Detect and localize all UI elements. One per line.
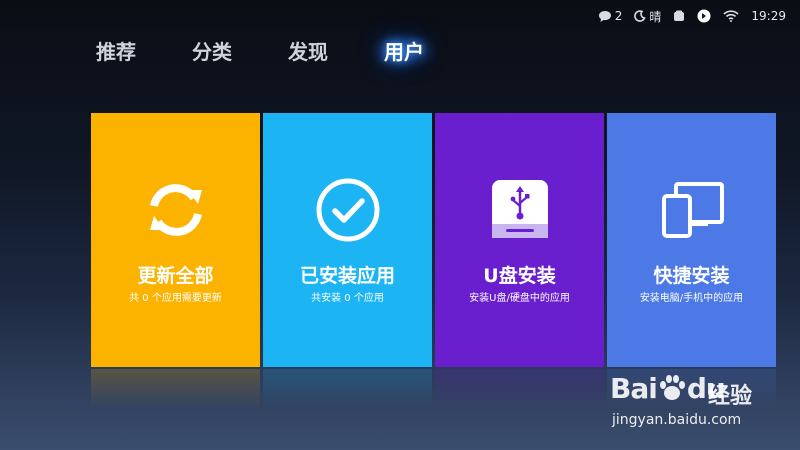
baidu-jingyan-watermark: Bai du 经验 jingyan.baidu.com <box>590 364 790 434</box>
watermark-brand-suffix: 经验 <box>708 384 753 409</box>
watermark-url: jingyan.baidu.com <box>612 412 742 428</box>
watermark-brand-prefix: Bai <box>610 372 658 405</box>
tab-user[interactable]: 用户 <box>370 32 438 69</box>
tile-subtitle: 共 0 个应用需要更新 <box>129 293 222 304</box>
weather-indicator: 晴 <box>634 8 661 25</box>
quick-install-tile[interactable]: 快捷安装 安装电脑/手机中的应用 <box>607 113 776 367</box>
tab-discover[interactable]: 发现 <box>288 36 328 65</box>
tile-title: 更新全部 <box>137 265 214 287</box>
weather-text: 晴 <box>649 9 662 24</box>
account-icon <box>697 9 711 23</box>
storage-indicator <box>673 10 685 22</box>
wifi-indicator <box>723 10 739 22</box>
weather-moon-icon <box>634 10 647 22</box>
wifi-icon <box>723 10 739 22</box>
tile-reflection <box>435 369 604 409</box>
usb-drive-icon <box>491 180 548 238</box>
tile-reflection <box>263 369 432 409</box>
tile-subtitle: 安装U盘/硬盘中的应用 <box>469 293 570 304</box>
messages-count: 2 <box>614 9 623 23</box>
paw-icon <box>659 375 685 400</box>
message-bubble-icon <box>598 10 611 22</box>
messages-indicator[interactable]: 2 <box>598 9 623 23</box>
tile-subtitle: 安装电脑/手机中的应用 <box>639 293 744 304</box>
installed-apps-tile[interactable]: 已安装应用 共安装 0 个应用 <box>263 113 432 367</box>
devices-icon <box>661 182 724 238</box>
status-bar: 2 晴 19:29 <box>598 6 786 26</box>
clock-time: 19:29 <box>751 9 786 23</box>
tile-title: U盘安装 <box>483 265 556 287</box>
check-circle-icon <box>316 178 379 242</box>
tab-category[interactable]: 分类 <box>192 36 232 65</box>
tile-title: 快捷安装 <box>653 265 730 287</box>
tile-reflection <box>91 369 260 409</box>
tile-subtitle: 共安装 0 个应用 <box>311 293 384 304</box>
update-all-tile[interactable]: 更新全部 共 0 个应用需要更新 <box>91 113 260 367</box>
refresh-icon <box>149 184 202 236</box>
account-indicator <box>697 9 711 23</box>
tile-title: 已安装应用 <box>299 265 395 287</box>
usb-install-tile[interactable]: U盘安装 安装U盘/硬盘中的应用 <box>435 113 604 367</box>
storage-icon <box>674 10 685 21</box>
main-tabs: 推荐 分类 发现 用户 <box>96 32 480 69</box>
tab-recommend[interactable]: 推荐 <box>96 36 136 65</box>
